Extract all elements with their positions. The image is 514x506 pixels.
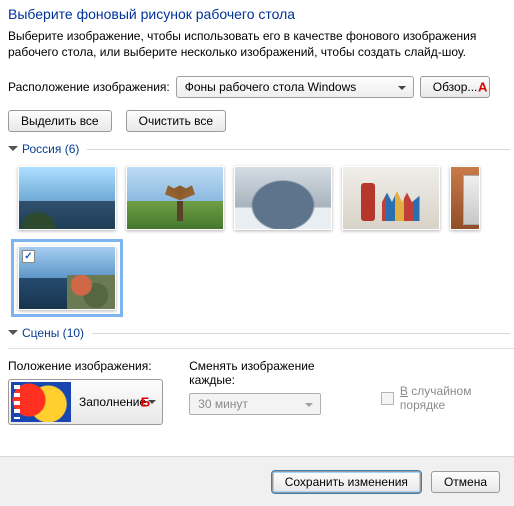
- page-title: Выберите фоновый рисунок рабочего стола: [8, 6, 514, 22]
- wallpaper-thumb[interactable]: [18, 166, 116, 230]
- callout-b: Б: [141, 395, 150, 410]
- location-row: Расположение изображения: Фоны рабочего …: [8, 76, 514, 98]
- chevron-down-icon: [8, 330, 18, 340]
- wallpaper-thumb-selected[interactable]: ✓: [18, 246, 116, 310]
- interval-select[interactable]: 30 минут: [189, 393, 321, 415]
- wallpaper-thumb[interactable]: [342, 166, 440, 230]
- group-russia-label: Россия (6): [22, 142, 79, 156]
- location-label: Расположение изображения:: [8, 80, 170, 94]
- wallpaper-thumb[interactable]: [450, 166, 480, 230]
- callout-a: А: [478, 80, 487, 95]
- cancel-label: Отмена: [444, 475, 487, 489]
- selection-buttons: Выделить все Очистить все: [8, 110, 514, 132]
- group-scenes-label: Сцены (10): [22, 326, 84, 340]
- wallpaper-thumb[interactable]: [126, 166, 224, 230]
- wallpaper-thumb[interactable]: [234, 166, 332, 230]
- interval-value: 30 минут: [198, 397, 248, 411]
- checkbox-icon: [381, 392, 393, 405]
- thumbnail-row-russia-2: ✓: [8, 244, 514, 324]
- browse-button[interactable]: Обзор... А: [420, 76, 491, 98]
- select-all-button[interactable]: Выделить все: [8, 110, 112, 132]
- group-russia-header[interactable]: Россия (6): [8, 142, 514, 156]
- options-panel: Положение изображения: Заполнение Б Смен…: [8, 348, 514, 443]
- shuffle-checkbox[interactable]: В случайном порядке: [381, 371, 514, 425]
- browse-label: Обзор...: [433, 80, 478, 94]
- checkbox-checked-icon[interactable]: ✓: [22, 250, 35, 263]
- position-select[interactable]: Заполнение Б: [8, 379, 163, 425]
- position-column: Положение изображения: Заполнение Б: [8, 353, 163, 425]
- chevron-down-icon: [8, 146, 18, 156]
- select-all-label: Выделить все: [21, 114, 99, 128]
- save-label: Сохранить изменения: [285, 475, 408, 489]
- shuffle-label: В случайном порядке: [400, 384, 514, 412]
- clear-all-label: Очистить все: [139, 114, 213, 128]
- clear-all-button[interactable]: Очистить все: [126, 110, 226, 132]
- interval-label: Сменять изображение каждые:: [189, 359, 355, 387]
- save-button[interactable]: Сохранить изменения: [272, 471, 421, 493]
- interval-column: Сменять изображение каждые: 30 минут: [189, 353, 355, 425]
- footer-bar: Сохранить изменения Отмена: [0, 456, 514, 506]
- position-label: Положение изображения:: [8, 359, 163, 373]
- divider: [87, 149, 510, 150]
- group-scenes-header[interactable]: Сцены (10): [8, 326, 514, 340]
- page-description: Выберите изображение, чтобы использовать…: [8, 28, 514, 60]
- position-preview-icon: [11, 382, 71, 422]
- location-select[interactable]: Фоны рабочего стола Windows: [176, 76, 414, 98]
- thumbnail-row-russia: [8, 164, 514, 244]
- divider: [92, 333, 510, 334]
- cancel-button[interactable]: Отмена: [431, 471, 500, 493]
- location-value: Фоны рабочего стола Windows: [185, 80, 357, 94]
